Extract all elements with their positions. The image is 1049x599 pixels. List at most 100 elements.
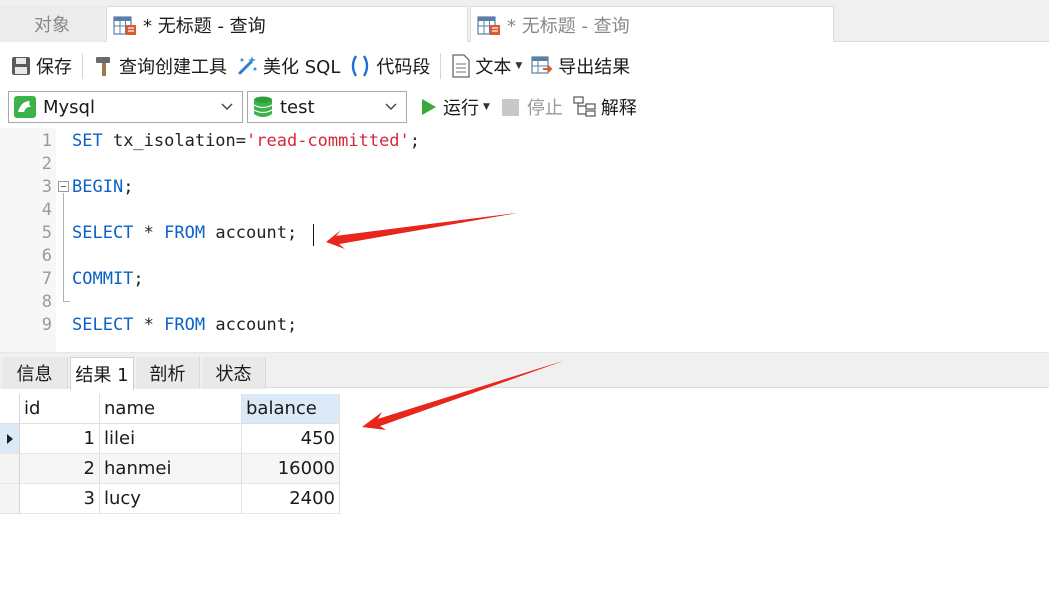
sql-text: account;	[205, 223, 298, 243]
table-row[interactable]: 1 lilei 450	[0, 424, 340, 454]
cell-value: lucy	[104, 488, 141, 509]
explain-button[interactable]: 解释	[573, 94, 637, 120]
magic-wand-icon	[238, 56, 257, 75]
sql-string: 'read-committed'	[246, 131, 410, 151]
code-line[interactable]: 5 SELECT * FROM account;	[0, 222, 1049, 245]
dropdown-arrow-icon: ▼	[515, 61, 523, 71]
explain-label: 解释	[600, 98, 637, 119]
line-number: 5	[41, 223, 52, 243]
sql-text: *	[133, 315, 165, 335]
column-header-name[interactable]: name	[100, 394, 242, 424]
cell-name[interactable]: lilei	[100, 424, 242, 454]
cell-id[interactable]: 2	[20, 454, 100, 484]
column-header-label: id	[24, 398, 41, 419]
table-row[interactable]: 2 hanmei 16000	[0, 454, 340, 484]
line-number: 6	[41, 246, 52, 266]
line-number: 2	[41, 154, 52, 174]
cell-balance[interactable]: 16000	[242, 454, 340, 484]
tab-objects[interactable]: 对象	[0, 6, 104, 42]
row-header-corner	[0, 394, 20, 424]
stop-label: 停止	[526, 98, 563, 119]
tab-query-inactive[interactable]: * 无标题 - 查询	[470, 6, 834, 42]
tab-profile[interactable]: 剖析	[136, 357, 200, 389]
cell-balance[interactable]: 450	[242, 424, 340, 454]
query-builder-button[interactable]: 查询创建工具	[89, 49, 231, 83]
cell-value: 16000	[277, 458, 335, 479]
code-line[interactable]: 9 SELECT * FROM account;	[0, 314, 1049, 337]
stop-icon	[501, 98, 519, 116]
line-number: 3	[41, 177, 52, 197]
tab-result-1[interactable]: 结果 1	[70, 357, 134, 390]
code-line[interactable]: 1 SET tx_isolation='read-committed';	[0, 130, 1049, 153]
mysql-dolphin-icon	[14, 96, 36, 118]
code-line[interactable]: 6	[0, 245, 1049, 268]
sql-editor[interactable]: 1 SET tx_isolation='read-committed'; 2 3 BEG…	[0, 128, 1049, 352]
code-line[interactable]: 4	[0, 199, 1049, 222]
connection-bar: Mysql test 运行 ▼ 停止 解释	[0, 88, 1049, 126]
column-header-balance[interactable]: balance	[242, 394, 340, 424]
tab-query-active[interactable]: * 无标题 - 查询	[106, 6, 468, 42]
fold-guide	[63, 193, 64, 301]
current-row-pointer-icon	[6, 433, 13, 444]
export-results-button[interactable]: 导出结果	[526, 49, 634, 83]
cell-value: 3	[83, 488, 95, 509]
cell-name[interactable]: lucy	[100, 484, 242, 514]
save-button[interactable]: 保存	[6, 49, 76, 83]
beautify-sql-button[interactable]: 美化 SQL	[231, 49, 344, 83]
cell-id[interactable]: 3	[20, 484, 100, 514]
tab-query-inactive-label: * 无标题 - 查询	[507, 15, 630, 37]
sql-keyword: SET	[72, 131, 103, 151]
row-header[interactable]	[0, 484, 20, 514]
tab-result-1-label: 结果 1	[75, 365, 129, 386]
cell-value: hanmei	[104, 458, 172, 479]
stop-button[interactable]: 停止	[501, 94, 563, 120]
row-header[interactable]	[0, 424, 20, 454]
database-select[interactable]: test	[247, 91, 407, 123]
export-table-icon	[531, 56, 553, 74]
code-line[interactable]: 2	[0, 153, 1049, 176]
query-toolbar: 保存 查询创建工具 美化 SQL 代码段 文本 ▼ 导出结果	[0, 44, 1049, 88]
run-button[interactable]: 运行 ▼	[419, 94, 490, 120]
cell-value: 2400	[289, 488, 335, 509]
run-label: 运行	[443, 98, 479, 119]
code-line[interactable]: 3 BEGIN;	[0, 176, 1049, 199]
text-button[interactable]: 文本 ▼	[447, 49, 526, 83]
connection-select[interactable]: Mysql	[8, 91, 243, 123]
query-builder-label: 查询创建工具	[119, 57, 227, 78]
tab-info[interactable]: 信息	[2, 357, 68, 389]
chevron-down-icon	[385, 103, 397, 110]
code-snippet-button[interactable]: 代码段	[344, 49, 434, 83]
tab-status[interactable]: 状态	[202, 357, 266, 389]
row-header[interactable]	[0, 454, 20, 484]
sql-text: account;	[205, 315, 298, 335]
code-text: SELECT * FROM account;	[72, 314, 297, 337]
tab-profile-label: 剖析	[149, 364, 186, 385]
text-cursor	[313, 224, 314, 246]
text-label: 文本	[475, 57, 512, 78]
document-tab-strip: 对象 * 无标题 - 查询 * 无标题 - 查询	[0, 0, 1049, 42]
database-icon	[253, 96, 273, 117]
sql-text: ;	[133, 269, 144, 289]
table-row[interactable]: 3 lucy 2400	[0, 484, 340, 514]
sql-text: tx_isolation=	[102, 131, 247, 151]
toolbar-divider	[440, 53, 442, 79]
column-header-label: name	[104, 398, 156, 419]
connection-value: Mysql	[43, 96, 95, 118]
sql-keyword: SELECT	[72, 315, 134, 335]
result-tab-strip: 信息 结果 1 剖析 状态	[0, 352, 1049, 390]
fold-guide-end	[63, 301, 70, 302]
cell-id[interactable]: 1	[20, 424, 100, 454]
tab-status-label: 状态	[215, 364, 252, 385]
sql-text: *	[133, 223, 165, 243]
sql-keyword: FROM	[164, 315, 206, 335]
code-line[interactable]: 7 COMMIT;	[0, 268, 1049, 291]
tab-query-active-label: * 无标题 - 查询	[143, 15, 266, 37]
fold-toggle-icon[interactable]	[58, 181, 69, 192]
column-header-id[interactable]: id	[20, 394, 100, 424]
cell-name[interactable]: hanmei	[100, 454, 242, 484]
code-line[interactable]: 8	[0, 291, 1049, 314]
cell-balance[interactable]: 2400	[242, 484, 340, 514]
beautify-sql-label: 美化 SQL	[263, 57, 341, 78]
code-text: BEGIN;	[72, 176, 133, 199]
line-number: 4	[41, 200, 52, 220]
